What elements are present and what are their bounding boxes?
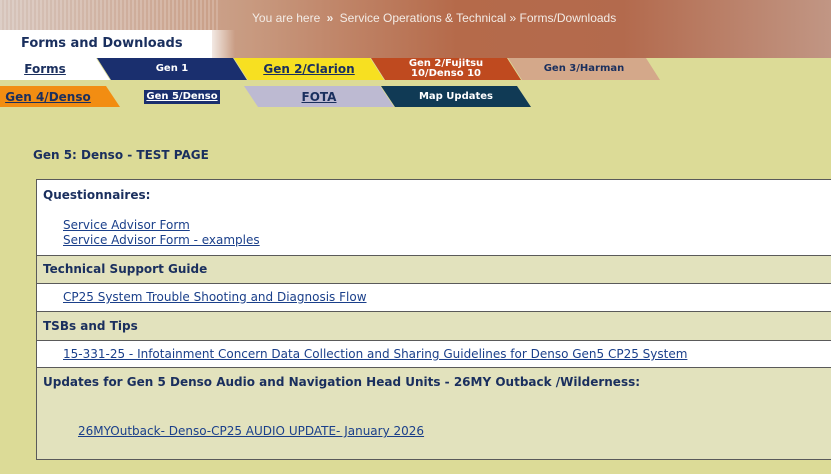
tab-gen3-harman[interactable]: Gen 3/Harman xyxy=(508,58,660,80)
updates-heading: Updates for Gen 5 Denso Audio and Naviga… xyxy=(43,375,641,389)
banner-pattern xyxy=(0,0,220,30)
tab-gen2-clarion[interactable]: Gen 2/Clarion xyxy=(234,58,384,80)
tab-gen2-fujitsu[interactable]: Gen 2/Fujitsu 10/Denso 10 xyxy=(371,58,521,80)
tab-gen2-clarion-label: Gen 2/Clarion xyxy=(263,62,355,76)
questionnaires-heading: Questionnaires: xyxy=(43,188,151,202)
tab-fota-label: FOTA xyxy=(301,89,337,104)
audio-update-link[interactable]: 26MYOutback- Denso-CP25 AUDIO UPDATE- Ja… xyxy=(78,424,424,438)
tab-gen4-denso[interactable]: Gen 4/Denso xyxy=(0,86,120,107)
breadcrumb: You are here » Service Operations & Tech… xyxy=(252,11,616,25)
tab-gen2-fujitsu-line2: 10/Denso 10 xyxy=(411,68,481,79)
tab-gen1-label: Gen 1 xyxy=(155,63,189,74)
header-banner: You are here » Service Operations & Tech… xyxy=(0,0,831,58)
breadcrumb-path: Service Operations & Technical » Forms/D… xyxy=(339,11,617,25)
cp25-troubleshooting-link[interactable]: CP25 System Trouble Shooting and Diagnos… xyxy=(63,290,367,304)
tab-map-updates[interactable]: Map Updates xyxy=(381,86,531,107)
service-advisor-form-examples-link[interactable]: Service Advisor Form - examples xyxy=(63,233,260,247)
tsbs-heading: TSBs and Tips xyxy=(43,319,138,333)
tab-forms[interactable]: Forms xyxy=(0,58,110,80)
updates-panel: Updates for Gen 5 Denso Audio and Naviga… xyxy=(36,367,831,460)
tsb-15-331-25-link[interactable]: 15-331-25 - Infotainment Concern Data Co… xyxy=(63,347,687,361)
tsbs-panel: TSBs and Tips xyxy=(36,311,831,341)
tab-gen1[interactable]: Gen 1 xyxy=(97,58,247,80)
page-title: Forms and Downloads xyxy=(21,36,183,51)
service-advisor-form-link[interactable]: Service Advisor Form xyxy=(63,218,190,232)
tech-support-heading: Technical Support Guide xyxy=(43,262,208,276)
title-tab-fade xyxy=(205,30,235,58)
breadcrumb-prefix: You are here xyxy=(252,11,321,25)
tab-fota[interactable]: FOTA xyxy=(244,86,394,107)
double-arrow-icon: » xyxy=(326,11,334,25)
tech-support-panel: Technical Support Guide xyxy=(36,255,831,284)
tab-gen5-denso[interactable]: Gen 5/Denso xyxy=(107,86,257,107)
tab-gen5-denso-label: Gen 5/Denso xyxy=(144,89,220,104)
tab-map-updates-label: Map Updates xyxy=(418,90,494,102)
tab-gen3-harman-label: Gen 3/Harman xyxy=(543,63,625,74)
section-title: Gen 5: Denso - TEST PAGE xyxy=(33,148,209,162)
tab-forms-label: Forms xyxy=(24,62,66,76)
tab-gen4-denso-label: Gen 4/Denso xyxy=(5,89,91,104)
